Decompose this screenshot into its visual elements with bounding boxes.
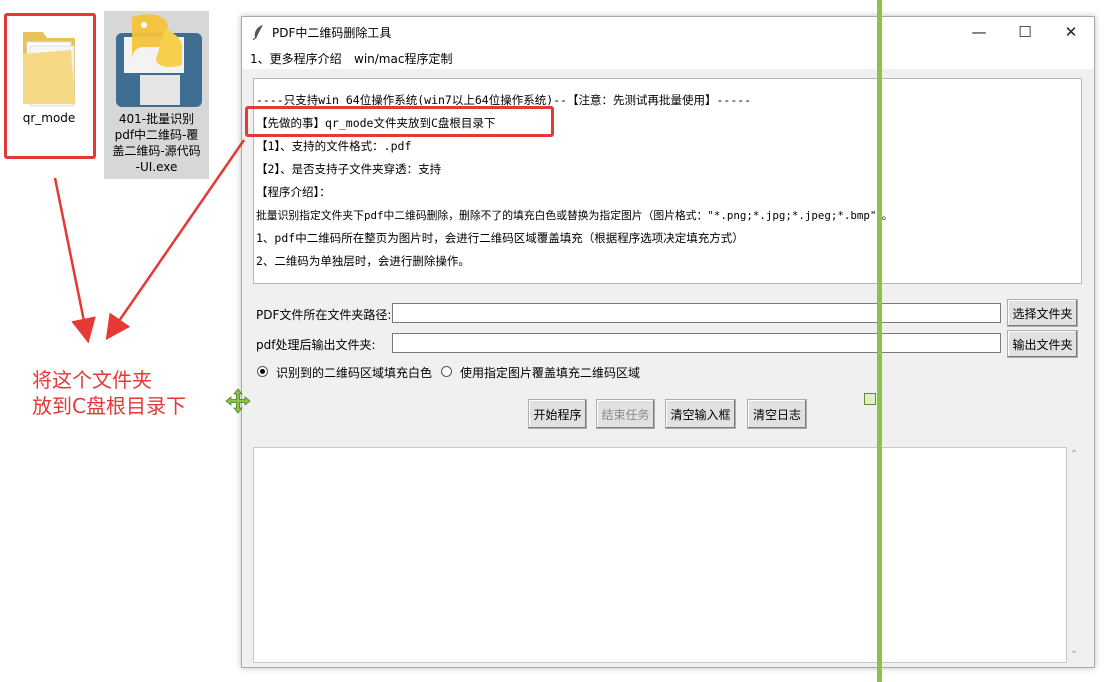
minimize-button[interactable]: — xyxy=(956,17,1002,47)
clear-input-button[interactable]: 清空输入框 xyxy=(665,399,736,429)
task-highlight-box xyxy=(245,106,554,137)
desktop-icon-label: 401-批量识别 pdf中二维码-覆 盖二维码-源代码 -UI.exe xyxy=(112,112,201,174)
folder-icon xyxy=(23,32,75,107)
app-window: PDF中二维码删除工具 — ☐ ✕ 1、更多程序介绍 win/mac程序定制 -… xyxy=(241,16,1095,668)
desktop-icon-label: qr_mode xyxy=(22,111,76,125)
pdf-path-label: PDF文件所在文件夹路径: xyxy=(256,308,392,322)
start-button[interactable]: 开始程序 xyxy=(528,399,587,429)
scroll-down-icon[interactable]: ⌄ xyxy=(1070,645,1078,656)
info-line: 2、二维码为单独层时，会进行删除操作。 xyxy=(256,254,470,268)
info-line: 【1】、支持的文件格式：.pdf xyxy=(256,139,412,153)
desktop-icon-exe[interactable]: 401-批量识别 pdf中二维码-覆 盖二维码-源代码 -UI.exe xyxy=(104,11,209,179)
radio-use-image[interactable] xyxy=(441,366,452,377)
radio-fill-white-label[interactable]: 识别到的二维码区域填充白色 xyxy=(276,364,432,381)
feather-icon xyxy=(252,25,263,40)
move-cursor-icon xyxy=(225,388,251,414)
scroll-up-icon[interactable]: ⌃ xyxy=(1070,449,1078,460)
radio-use-image-label[interactable]: 使用指定图片覆盖填充二维码区域 xyxy=(460,364,640,381)
python-app-icon xyxy=(116,14,202,107)
clear-log-button[interactable]: 清空日志 xyxy=(747,399,807,429)
pdf-path-input[interactable] xyxy=(392,303,1001,323)
info-line: 批量识别指定文件夹下pdf中二维码删除，删除不了的填充白色或替换为指定图片（图片… xyxy=(256,209,893,222)
log-scrollbar[interactable]: ⌃ ⌄ xyxy=(1067,447,1083,661)
info-line: 1、pdf中二维码所在整页为图片时，会进行二维码区域覆盖填充（根据程序选项决定填… xyxy=(256,231,744,245)
menu-bar: 1、更多程序介绍 win/mac程序定制 xyxy=(242,47,1094,69)
marker-square xyxy=(864,393,876,405)
title-bar[interactable]: PDF中二维码删除工具 — ☐ ✕ xyxy=(242,17,1094,47)
menu-item-custom[interactable]: win/mac程序定制 xyxy=(354,50,452,67)
desktop-icon-qr-mode[interactable]: qr_mode xyxy=(8,16,90,136)
output-folder-button[interactable]: 输出文件夹 xyxy=(1007,330,1078,358)
menu-item-program-intro[interactable]: 1、更多程序介绍 xyxy=(250,50,342,67)
log-text-area[interactable] xyxy=(253,447,1067,663)
radio-fill-white[interactable] xyxy=(257,366,268,377)
window-title: PDF中二维码删除工具 xyxy=(272,26,392,40)
annotation-text: 将这个文件夹 放到C盘根目录下 xyxy=(32,368,186,418)
stop-button: 结束任务 xyxy=(596,399,655,429)
maximize-button[interactable]: ☐ xyxy=(1002,17,1048,47)
info-line: 【2】、是否支持子文件夹穿透：支持 xyxy=(256,162,442,176)
select-folder-button[interactable]: 选择文件夹 xyxy=(1007,299,1078,327)
info-line: 【程序介绍】： xyxy=(256,185,331,199)
vertical-guide-line xyxy=(877,0,882,682)
output-folder-label: pdf处理后输出文件夹: xyxy=(256,338,376,352)
close-button[interactable]: ✕ xyxy=(1048,17,1094,47)
output-folder-input[interactable] xyxy=(392,333,1001,353)
